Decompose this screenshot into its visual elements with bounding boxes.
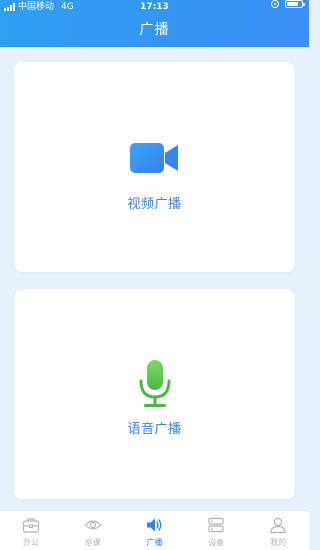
status-right [271,0,305,8]
voice-broadcast-label: 语音广播 [127,422,182,437]
video-broadcast-card[interactable]: 视频广播 [14,62,295,272]
voice-broadcast-card[interactable]: 语音广播 [14,289,295,499]
device-icon [208,517,224,533]
video-broadcast-label: 视频广播 [127,197,182,212]
tab-mine[interactable]: 我的 [247,511,309,550]
tab-broadcast[interactable]: 广播 [124,511,186,550]
page-title: 广播 [139,22,170,38]
tab-device-label: 设备 [208,538,225,547]
briefcase-icon [22,518,39,533]
speaker-icon [147,518,162,532]
user-icon [270,517,286,534]
tab-office[interactable]: 办公 [0,511,62,550]
bottom-tab-bar: 办公 巡课 广播 设备 我的 [0,510,309,550]
app-header: 中国移动 4G 17:13 广播 [0,0,309,47]
tab-mine-label: 我的 [270,538,287,547]
video-camera-icon [129,143,178,173]
tab-office-label: 办公 [22,538,39,547]
tab-patrol-label: 巡课 [84,538,101,547]
eye-icon [84,520,102,530]
tab-device[interactable]: 设备 [185,511,247,550]
battery-icon [285,0,305,8]
orientation-lock-icon [271,0,279,8]
tab-patrol[interactable]: 巡课 [62,511,124,550]
status-bar: 中国移动 4G 17:13 [0,0,309,14]
tab-broadcast-label: 广播 [146,538,163,547]
microphone-icon [139,360,170,407]
status-time: 17:13 [140,2,169,12]
